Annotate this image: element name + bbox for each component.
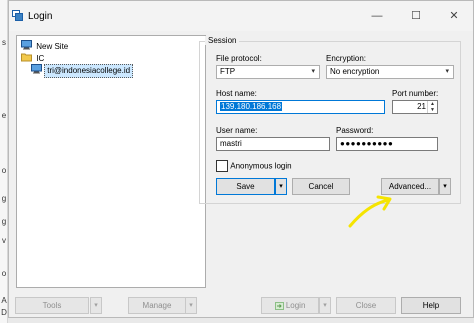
session-group-title: Session — [205, 36, 240, 45]
computer-icon — [31, 64, 42, 78]
anonymous-login-checkbox[interactable]: Anonymous login — [216, 160, 292, 172]
background-app-text: D — [1, 308, 7, 317]
encryption-value: No encryption — [330, 67, 380, 76]
maximize-button[interactable]: ☐ — [408, 9, 424, 23]
background-app-text: o — [1, 166, 7, 175]
login-button[interactable]: Login — [261, 297, 319, 314]
login-dropdown-button[interactable]: ▾ — [319, 297, 331, 314]
annotation-arrow — [348, 195, 392, 228]
save-button[interactable]: Save — [216, 178, 275, 195]
host-name-input[interactable]: 139.180.186.168 — [216, 100, 385, 114]
close-button[interactable]: Close — [336, 297, 396, 314]
tree-item-site[interactable]: tri@indonesiacollege.id — [31, 64, 134, 78]
user-name-value: mastri — [220, 139, 242, 148]
file-protocol-label: File protocol: — [216, 54, 262, 63]
encryption-label: Encryption: — [326, 54, 367, 63]
background-app-text: v — [2, 236, 6, 245]
password-value: ●●●●●●●●●● — [340, 139, 394, 148]
close-window-button[interactable]: ✕ — [446, 9, 462, 23]
user-name-label: User name: — [216, 126, 258, 135]
tree-item-new-site[interactable]: New Site — [21, 40, 70, 52]
app-icon — [12, 10, 23, 21]
port-number-value: 21 — [417, 102, 426, 111]
background-app-text: e — [1, 111, 7, 120]
advanced-dropdown-button[interactable]: ▾ — [439, 178, 451, 195]
user-name-input[interactable]: mastri — [216, 137, 330, 151]
chevron-down-icon: ▾ — [311, 68, 315, 75]
host-name-label: Host name: — [216, 89, 257, 98]
host-name-value: 139.180.186.168 — [220, 102, 283, 111]
background-app-text: o — [1, 269, 7, 278]
background-app-text: s — [2, 38, 6, 47]
title-bar[interactable]: Login — ☐ ✕ — [9, 1, 473, 31]
checkbox-box[interactable] — [216, 160, 228, 172]
help-button[interactable]: Help — [401, 297, 461, 314]
manage-dropdown-button[interactable]: ▾ — [185, 297, 197, 314]
manage-button[interactable]: Manage — [128, 297, 186, 314]
file-protocol-value: FTP — [220, 67, 236, 76]
encryption-select[interactable]: No encryption ▾ — [326, 65, 454, 79]
password-label: Password: — [336, 126, 374, 135]
login-icon — [274, 301, 286, 310]
port-number-label: Port number: — [392, 89, 439, 98]
port-spinner[interactable]: ▲ ▼ — [427, 101, 437, 113]
background-app-text: A — [1, 296, 7, 305]
minimize-button[interactable]: — — [369, 9, 385, 23]
site-tree[interactable]: New Site IC tri@indonesiacollege.id — [16, 35, 206, 288]
port-number-input[interactable]: 21 ▲ ▼ — [392, 100, 438, 114]
tree-item-label: tri@indonesiacollege.id — [44, 64, 134, 78]
background-app-text: g — [1, 194, 7, 203]
password-input[interactable]: ●●●●●●●●●● — [336, 137, 438, 151]
tree-item-folder-ic[interactable]: IC — [21, 52, 46, 64]
anonymous-login-label: Anonymous login — [230, 161, 292, 171]
background-app-text: g — [1, 217, 7, 226]
window-title: Login — [28, 11, 53, 22]
file-protocol-select[interactable]: FTP ▾ — [216, 65, 320, 79]
tools-dropdown-button[interactable]: ▾ — [90, 297, 102, 314]
tools-button[interactable]: Tools — [15, 297, 89, 314]
chevron-down-icon: ▾ — [445, 68, 449, 75]
spin-down-icon[interactable]: ▼ — [428, 107, 437, 113]
login-button-label: Login — [285, 301, 306, 310]
save-dropdown-button[interactable]: ▾ — [275, 178, 287, 195]
